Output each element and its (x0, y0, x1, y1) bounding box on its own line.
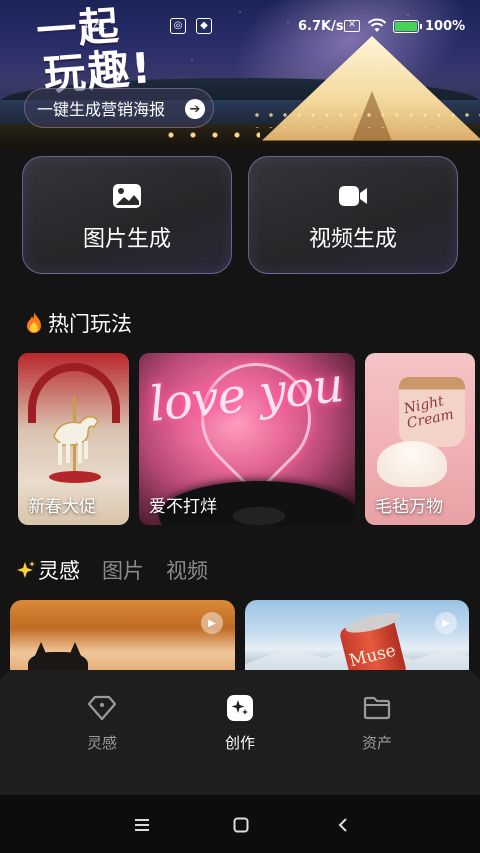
tab-label: 灵感 (38, 559, 80, 583)
hot-card-label: 新春大促 (28, 497, 96, 517)
cat-silhouette-image (28, 652, 88, 670)
nav-create[interactable]: 创作 (200, 692, 280, 753)
tab-images[interactable]: 图片 (102, 555, 144, 585)
tab-label: 视频 (166, 559, 208, 583)
tab-videos[interactable]: 视频 (166, 555, 208, 585)
video-generate-label: 视频生成 (308, 227, 397, 252)
hot-section-label: 热门玩法 (48, 312, 132, 336)
nav-inspiration[interactable]: 灵感 (62, 692, 142, 753)
status-bar: 下午 ◎ ◆ 6.7K/s ✕ 100% (0, 14, 480, 38)
generate-poster-button[interactable]: 一键生成营销海报 ➔ (24, 88, 214, 128)
generate-poster-label: 一键生成营销海报 (37, 100, 166, 119)
tab-inspiration[interactable]: 灵感 (16, 555, 80, 585)
hot-card-spring-sale[interactable]: 新春大促 (18, 353, 129, 525)
hot-card-love[interactable]: love you 爱不打烊 (139, 353, 355, 525)
cream-swirl-image (377, 441, 447, 487)
status-time: 下午 (80, 22, 107, 37)
hot-card-label: 爱不打烊 (149, 497, 217, 517)
sparkle-box-icon (224, 692, 256, 724)
nav-label: 灵感 (86, 734, 117, 752)
sim-status-icon: ✕ (344, 20, 360, 32)
image-generate-label: 图片生成 (82, 227, 171, 252)
home-icon[interactable] (229, 813, 253, 837)
back-icon[interactable] (331, 813, 355, 837)
menu-icon[interactable] (130, 813, 154, 837)
video-camera-icon (339, 186, 367, 206)
neon-text: love you (146, 357, 346, 433)
battery-percent: 100% (425, 19, 466, 34)
network-speed: 6.7K/s (298, 19, 344, 34)
play-icon: ▶ (435, 612, 457, 634)
nav-label: 创作 (224, 734, 255, 752)
feed-tabs: 灵感 图片 视频 (16, 554, 230, 586)
image-generate-button[interactable]: 图片生成 (22, 156, 232, 274)
app-notification-icon: ◆ (196, 18, 212, 34)
feed-card-cat[interactable]: ▶ (10, 600, 235, 670)
hot-card-felt[interactable]: Night Cream 毛毡万物 (365, 353, 475, 525)
arrow-right-icon: ➔ (185, 99, 205, 119)
banner-lamps (160, 128, 260, 142)
feed-card-muse[interactable]: Muse ▶ (245, 600, 469, 670)
hot-section-title: 热门玩法 (24, 308, 132, 338)
image-icon (113, 184, 141, 208)
hot-card-label: 毛毡万物 (375, 497, 443, 517)
banner-tent-image (262, 36, 480, 146)
notification-icon: ◎ (170, 18, 186, 34)
bottom-navigation: 灵感 创作 资产 (0, 670, 480, 795)
video-generate-button[interactable]: 视频生成 (248, 156, 458, 274)
fire-icon (27, 312, 41, 333)
folder-icon (361, 692, 393, 724)
tab-label: 图片 (102, 559, 144, 583)
wifi-icon (367, 18, 387, 38)
battery-icon (393, 20, 422, 33)
play-icon: ▶ (201, 612, 223, 634)
carousel-horse-image (49, 397, 101, 483)
nav-assets[interactable]: 资产 (337, 692, 417, 753)
diamond-icon (86, 692, 118, 724)
system-navigation-bar (0, 795, 480, 853)
sparkle-icon (17, 561, 35, 578)
banner-string-lights (250, 108, 480, 128)
nav-label: 资产 (361, 734, 392, 752)
